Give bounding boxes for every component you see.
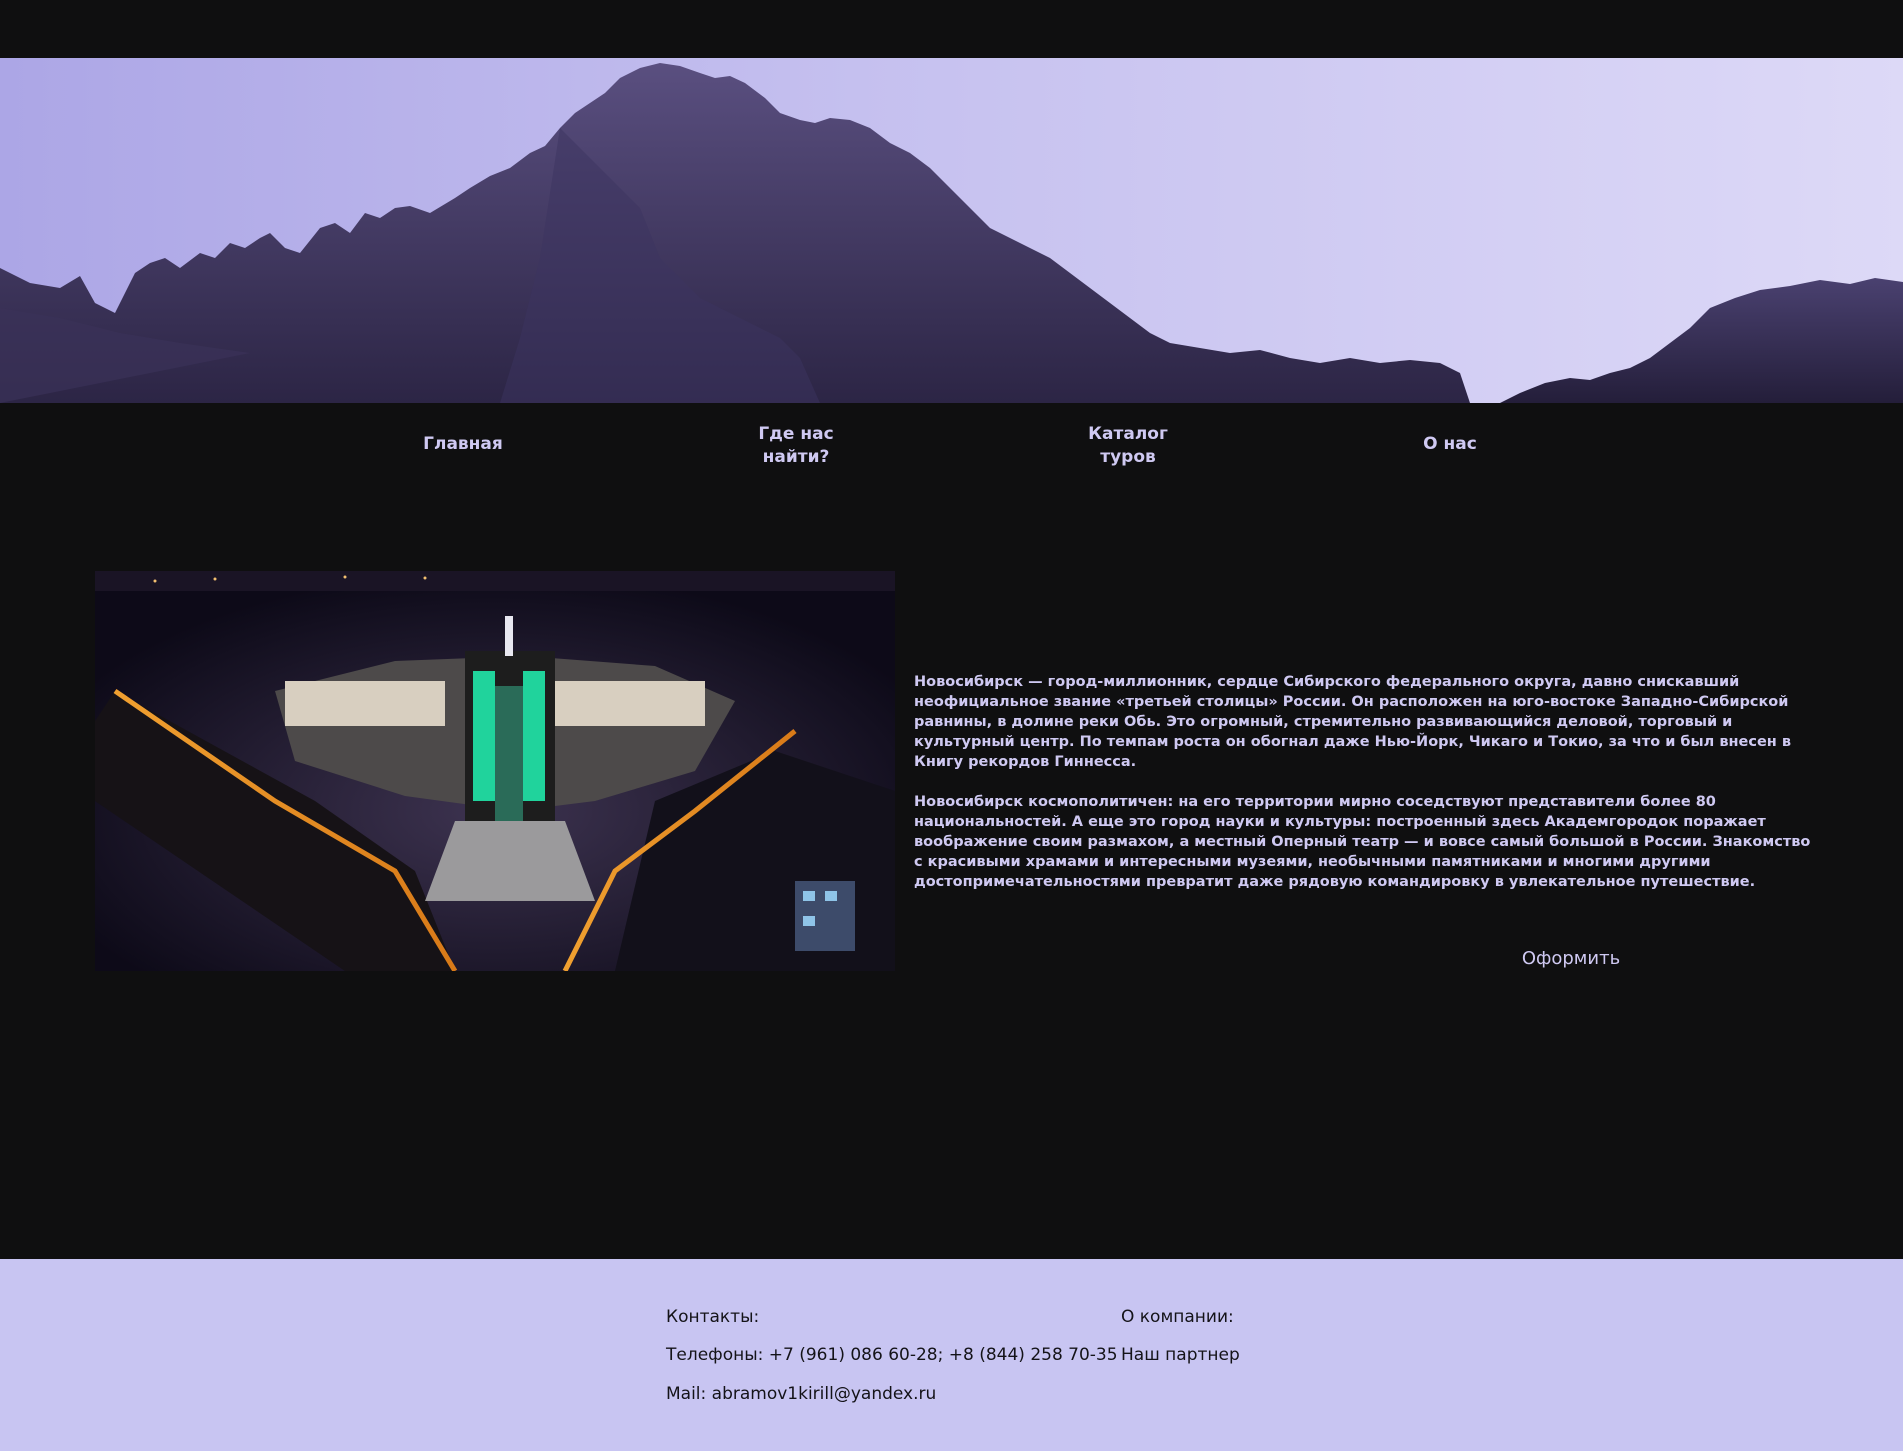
city-description: Новосибирск — город-миллионник, сердце С… xyxy=(914,672,1814,912)
nav-item-where-to-find-us[interactable]: Где нас найти? xyxy=(716,423,876,469)
mail-text[interactable]: Mail: abramov1kirill@yandex.ru xyxy=(666,1384,936,1404)
order-button[interactable]: Оформить xyxy=(1500,944,1642,974)
nav-item-home[interactable]: Главная xyxy=(383,433,543,456)
top-bar xyxy=(0,0,1903,58)
main-nav: Главная Где нас найти? Каталог туров О н… xyxy=(0,403,1903,493)
nav-item-about[interactable]: О нас xyxy=(1370,433,1530,456)
phones-text: Телефоны: +7 (961) 086 60-28; +8 (844) 2… xyxy=(666,1345,1118,1365)
company-title: О компании: xyxy=(1121,1307,1234,1327)
partner-link[interactable]: Наш партнер xyxy=(1121,1345,1240,1365)
mountain-image xyxy=(0,63,1903,403)
description-paragraph-1: Новосибирск — город-миллионник, сердце С… xyxy=(914,674,1792,770)
footer: Контакты: Телефоны: +7 (961) 086 60-28; … xyxy=(0,1259,1903,1451)
novosibirsk-night-photo xyxy=(95,571,895,971)
hero-mountain-banner xyxy=(0,58,1903,403)
description-paragraph-2: Новосибирск космополитичен: на его терри… xyxy=(914,794,1811,890)
contacts-title: Контакты: xyxy=(666,1307,760,1327)
nav-item-tour-catalog[interactable]: Каталог туров xyxy=(1048,423,1208,469)
